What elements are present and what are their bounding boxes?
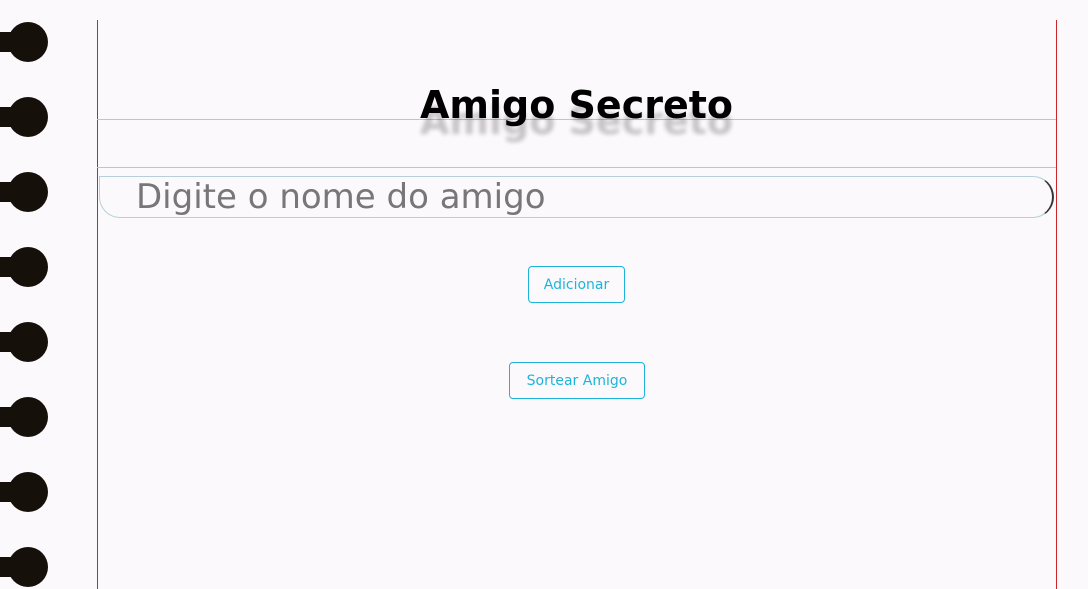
binding-ring [0, 97, 48, 137]
spiral-binding [0, 0, 60, 589]
header: Amigo Secreto [97, 80, 1056, 130]
binding-ring [0, 172, 48, 212]
binding-ring [0, 547, 48, 587]
ruled-line [97, 167, 1056, 168]
binding-ring [0, 472, 48, 512]
binding-ring [0, 22, 48, 62]
right-margin-line [1056, 20, 1057, 589]
notebook-page: Amigo Secreto Adicionar Sortear Amigo [0, 0, 1088, 589]
page-title: Amigo Secreto [419, 83, 734, 127]
draw-friend-button[interactable]: Sortear Amigo [509, 362, 645, 399]
friend-name-input[interactable] [99, 176, 1054, 218]
binding-ring [0, 397, 48, 437]
add-friend-button[interactable]: Adicionar [528, 266, 625, 303]
binding-ring [0, 247, 48, 287]
binding-ring [0, 322, 48, 362]
